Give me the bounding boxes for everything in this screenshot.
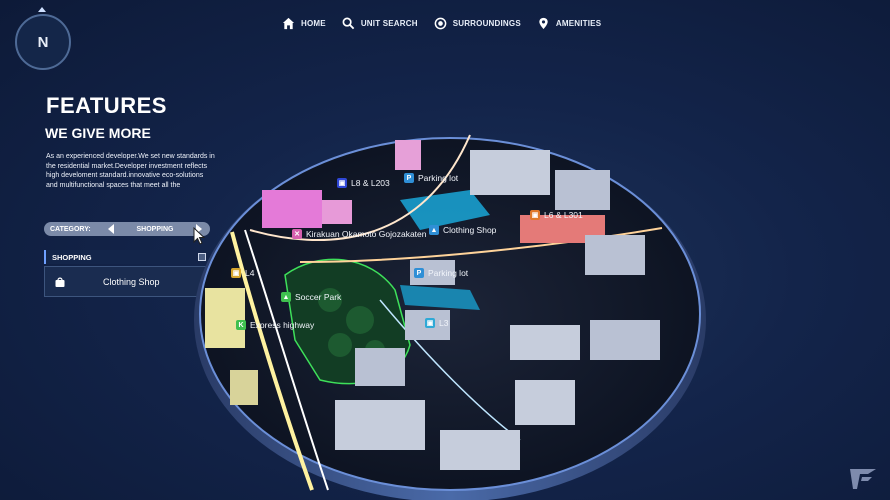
- bus-icon: ▣: [425, 318, 435, 328]
- highway-icon: K: [236, 320, 246, 330]
- map-label-text: L3: [439, 318, 449, 328]
- map-label-text: Parking lot: [418, 173, 459, 183]
- shopping-bag-icon: ▲: [429, 225, 439, 235]
- map-label-text: L4: [245, 268, 255, 278]
- park-icon: ▲: [281, 292, 291, 302]
- map-label-text: Clothing Shop: [443, 225, 497, 235]
- map-label-l8-l203[interactable]: ▣ L8 & L203: [337, 178, 390, 188]
- bus-icon: ▣: [337, 178, 347, 188]
- bus-icon: ▣: [231, 268, 241, 278]
- map-label-clothing-shop[interactable]: ▲ Clothing Shop: [429, 225, 496, 235]
- map-label-parking-lot-1[interactable]: P Parking lot: [404, 173, 458, 183]
- map-label-kirakuan[interactable]: ✕ Kirakuan Okamoto Gojozakaten: [292, 229, 426, 239]
- map-label-parking-lot-2[interactable]: P Parking lot: [414, 268, 468, 278]
- map-label-text: L6 & L301: [544, 210, 583, 220]
- brand-logo-icon: [850, 469, 876, 489]
- map-label-text: Soccer Park: [295, 292, 342, 302]
- parking-icon: P: [414, 268, 424, 278]
- map-label-l4[interactable]: ▣ L4: [231, 268, 254, 278]
- map-label-l6-l301[interactable]: ▣ L6 & L301: [530, 210, 583, 220]
- parking-icon: P: [404, 173, 414, 183]
- map-label-text: Express highway: [250, 320, 315, 330]
- map-label-l3[interactable]: ▣ L3: [425, 318, 448, 328]
- map-label-text: Kirakuan Okamoto Gojozakaten: [306, 229, 427, 239]
- map-label-express-highway[interactable]: K Express highway: [236, 320, 314, 330]
- bus-icon: ▣: [530, 210, 540, 220]
- map-label-text: L8 & L203: [351, 178, 390, 188]
- restaurant-icon: ✕: [292, 229, 302, 239]
- map-label-soccer-park[interactable]: ▲ Soccer Park: [281, 292, 341, 302]
- map-label-text: Parking lot: [428, 268, 469, 278]
- map-view[interactable]: [0, 0, 890, 500]
